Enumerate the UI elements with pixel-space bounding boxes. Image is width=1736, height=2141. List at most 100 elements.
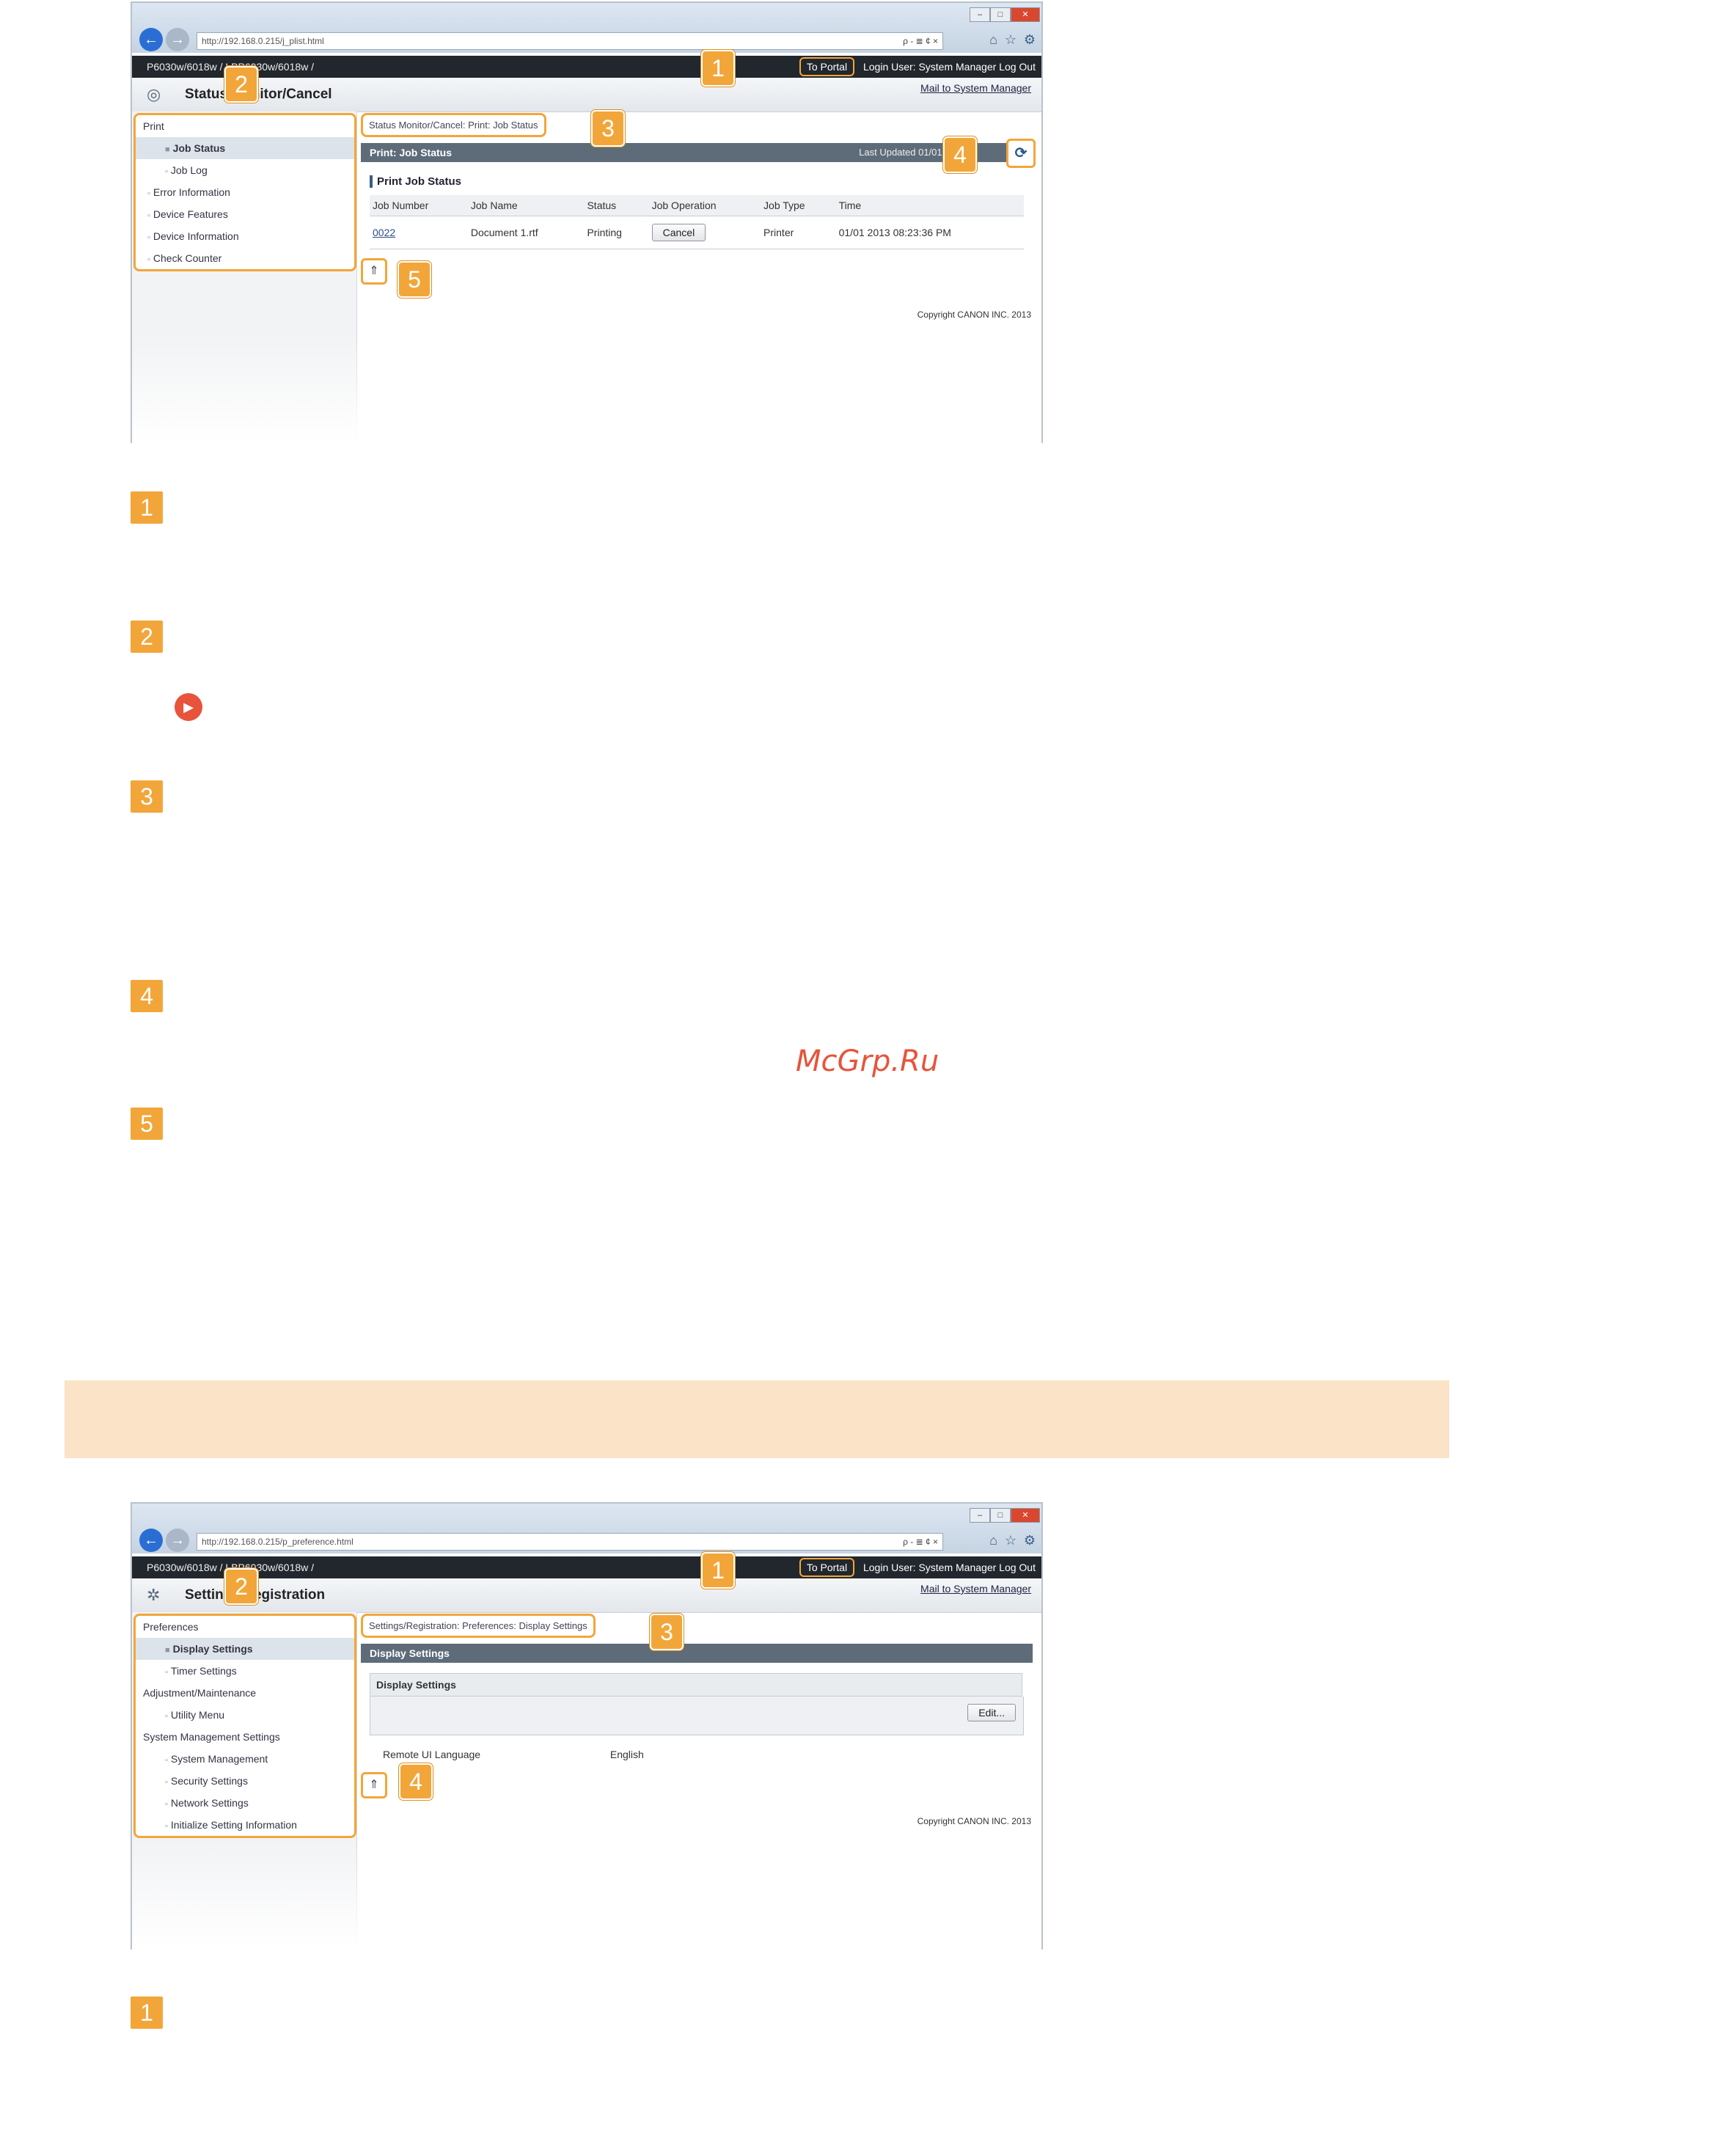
menu-item-system-management[interactable]: ▫ System Management xyxy=(136,1748,354,1770)
menu-item-error-information[interactable]: ▫ Error Information xyxy=(136,181,354,203)
watermark: McGrp.Ru xyxy=(796,1044,940,1078)
menu-item-device-information[interactable]: ▫ Device Information xyxy=(136,225,354,247)
star-icon[interactable]: ☆ xyxy=(1005,32,1017,48)
main-content: Settings/Registration: Preferences: Disp… xyxy=(361,1614,1033,1798)
callout-4: 4 xyxy=(943,136,977,173)
menu-item-print[interactable]: Print xyxy=(136,115,354,137)
page-title-bar: ✲ Settings/Registration Mail to System M… xyxy=(132,1578,1041,1613)
back-arrow-icon[interactable]: ← xyxy=(139,1529,163,1552)
menu-item-adjustment-maintenance[interactable]: Adjustment/Maintenance xyxy=(136,1682,354,1704)
menu-item-label: Utility Menu xyxy=(170,1709,225,1721)
breadcrumb: Status Monitor/Cancel: Print: Job Status xyxy=(361,113,546,137)
bullet-icon: ▫ xyxy=(147,211,150,220)
callout-3: 3 xyxy=(591,110,625,147)
menu-item-utility-menu[interactable]: ▫ Utility Menu xyxy=(136,1704,354,1726)
callout-5: 5 xyxy=(398,261,431,298)
copyright: Copyright CANON INC. 2013 xyxy=(917,310,1031,320)
mail-link[interactable]: Mail to System Manager xyxy=(920,1583,1031,1595)
callout-4: 4 xyxy=(399,1763,433,1800)
close-window-button[interactable]: ✕ xyxy=(1011,7,1040,22)
maximize-button[interactable]: □ xyxy=(990,1508,1011,1523)
setting-row: Remote UI Language English xyxy=(383,1749,1033,1760)
callout-1: 1 xyxy=(701,1552,735,1589)
column-header: Job Number xyxy=(370,195,468,216)
menu-item-label: Device Features xyxy=(153,208,228,220)
menu-item-device-features[interactable]: ▫ Device Features xyxy=(136,203,354,225)
section-banner xyxy=(65,1380,1449,1458)
edit-button[interactable]: Edit... xyxy=(967,1704,1016,1721)
menu-item-job-status[interactable]: ■ Job Status xyxy=(136,137,354,159)
setting-value: English xyxy=(609,1749,644,1760)
search-icon[interactable]: ρ - ≣ ¢ × xyxy=(903,33,938,49)
number-marker-1: 1 xyxy=(131,1997,163,2029)
menu-item-check-counter[interactable]: ▫ Check Counter xyxy=(136,247,354,269)
menu-item-security-settings[interactable]: ▫ Security Settings xyxy=(136,1770,354,1792)
section-title-bar: Display Settings xyxy=(361,1644,1033,1663)
log-out-link[interactable]: Log Out xyxy=(999,1562,1036,1573)
menu-item-job-log[interactable]: ▫ Job Log xyxy=(136,159,354,181)
minimize-button[interactable]: – xyxy=(970,1508,990,1523)
search-icon[interactable]: ρ - ≣ ¢ × xyxy=(903,1534,938,1550)
setting-label: Remote UI Language xyxy=(383,1749,481,1760)
breadcrumb: Settings/Registration: Preferences: Disp… xyxy=(361,1614,596,1638)
job-status: Printing xyxy=(584,216,649,249)
settings-gear-icon: ✲ xyxy=(147,1586,161,1604)
bullet-icon: ▫ xyxy=(165,1712,168,1721)
main-content: Status Monitor/Cancel: Print: Job Status… xyxy=(361,113,1036,285)
gear-icon[interactable]: ⚙ xyxy=(1024,32,1036,48)
callout-3: 3 xyxy=(650,1614,684,1650)
home-icon[interactable]: ⌂ xyxy=(989,32,997,48)
menu-item-label: Display Settings xyxy=(172,1643,253,1655)
forward-arrow-icon[interactable]: → xyxy=(166,1529,189,1552)
bullet-icon: ▫ xyxy=(147,255,150,264)
section-title: Display Settings xyxy=(370,1647,450,1659)
menu-item-network-settings[interactable]: ▫ Network Settings xyxy=(136,1792,354,1814)
log-out-link[interactable]: Log Out xyxy=(999,61,1036,73)
cancel-button[interactable]: Cancel xyxy=(651,224,706,241)
bullet-icon: ■ xyxy=(165,145,170,154)
gear-icon[interactable]: ⚙ xyxy=(1024,1533,1036,1548)
menu-item-label: Job Log xyxy=(170,164,208,176)
address-bar[interactable]: http://192.168.0.215/p_preference.html ρ… xyxy=(197,1533,943,1551)
copyright: Copyright CANON INC. 2013 xyxy=(917,1816,1031,1826)
job-number-link[interactable]: 0022 xyxy=(373,227,395,238)
mail-link[interactable]: Mail to System Manager xyxy=(920,82,1031,94)
minimize-button[interactable]: – xyxy=(970,7,990,22)
menu-item-label: Timer Settings xyxy=(170,1665,237,1677)
menu-item-preferences[interactable]: Preferences xyxy=(136,1616,354,1638)
login-user: Login User: System Manager xyxy=(862,61,997,73)
screenshot-status-monitor: – □ ✕ ← → http://192.168.0.215/j_plist.h… xyxy=(131,1,1043,443)
refresh-icon[interactable]: ⟳ xyxy=(1006,139,1036,168)
remote-ui-header: P6030w/6018w / LBP6030w/6018w / To Porta… xyxy=(132,1556,1041,1578)
page-top-icon[interactable]: ⇑ xyxy=(361,258,387,285)
remote-ui-header: P6030w/6018w / LBP6030w/6018w / To Porta… xyxy=(132,56,1041,78)
home-icon[interactable]: ⌂ xyxy=(989,1533,997,1548)
menu-item-timer-settings[interactable]: ▫ Timer Settings xyxy=(136,1660,354,1682)
to-portal-button[interactable]: To Portal xyxy=(799,1558,855,1577)
callout-2: 2 xyxy=(224,66,258,103)
page-top-icon[interactable]: ⇑ xyxy=(361,1772,387,1798)
column-header: Job Type xyxy=(761,195,836,216)
job-time: 01/01 2013 08:23:36 PM xyxy=(835,216,1024,249)
menu-item-label: Check Counter xyxy=(153,252,222,264)
bullet-icon: ▫ xyxy=(165,167,168,176)
forward-arrow-icon[interactable]: → xyxy=(166,28,189,51)
job-status-table: Job Number Job Name Status Job Operation… xyxy=(370,195,1024,249)
callout-2: 2 xyxy=(224,1568,258,1605)
maximize-button[interactable]: □ xyxy=(990,7,1011,22)
address-bar[interactable]: http://192.168.0.215/j_plist.html ρ - ≣ … xyxy=(197,32,943,50)
menu-item-initialize-setting-information[interactable]: ▫ Initialize Setting Information xyxy=(136,1814,354,1836)
arrow-bullet-icon[interactable]: ▶ xyxy=(175,693,202,721)
back-arrow-icon[interactable]: ← xyxy=(139,28,163,51)
star-icon[interactable]: ☆ xyxy=(1005,1533,1017,1548)
to-portal-button[interactable]: To Portal xyxy=(799,57,855,76)
job-type: Printer xyxy=(761,216,836,249)
menu-item-system-management-settings[interactable]: System Management Settings xyxy=(136,1726,354,1748)
address-text: http://192.168.0.215/j_plist.html xyxy=(202,36,324,46)
browser-chrome: – □ ✕ ← → http://192.168.0.215/p_prefere… xyxy=(132,1504,1041,1553)
bullet-icon: ▫ xyxy=(147,233,150,242)
close-window-button[interactable]: ✕ xyxy=(1011,1508,1040,1523)
menu-item-label: Security Settings xyxy=(170,1775,248,1787)
form-title: Display Settings xyxy=(370,1673,1022,1697)
menu-item-display-settings[interactable]: ■ Display Settings xyxy=(136,1638,354,1660)
